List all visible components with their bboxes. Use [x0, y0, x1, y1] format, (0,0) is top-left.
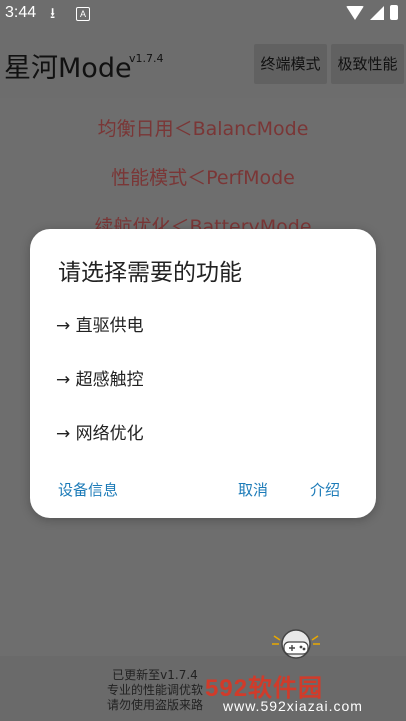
watermark-url: www.592xiazai.com	[223, 698, 363, 714]
device-info-button[interactable]: 设备信息	[58, 479, 118, 500]
notification-a-icon: A	[76, 7, 90, 21]
cancel-button[interactable]: 取消	[238, 479, 268, 500]
intro-button[interactable]: 介绍	[310, 479, 340, 500]
download-icon: ⭳	[50, 5, 56, 22]
terminal-mode-button[interactable]: 终端模式	[254, 44, 327, 84]
status-bar: 3:44 ⭳ A	[0, 0, 406, 30]
mode-balanced[interactable]: 均衡日用＜BalancMode	[0, 114, 406, 141]
signal-icon	[370, 5, 384, 20]
mode-performance[interactable]: 性能模式＜PerfMode	[0, 163, 406, 190]
dialog-title: 请选择需要的功能	[58, 260, 242, 286]
app-version: v1.7.4	[129, 52, 164, 65]
option-touch-boost[interactable]: → 超感触控	[56, 365, 144, 390]
function-select-dialog: 请选择需要的功能 → 直驱供电 → 超感触控 → 网络优化 设备信息 取消 介绍	[30, 229, 376, 518]
option-direct-power[interactable]: → 直驱供电	[56, 311, 144, 336]
extreme-performance-button[interactable]: 极致性能	[331, 44, 404, 84]
gamepad-mascot-icon	[272, 629, 320, 659]
status-icons	[346, 5, 398, 20]
battery-icon	[390, 5, 398, 20]
status-time: 3:44	[5, 4, 37, 21]
app-bar: 星河Mode v1.7.4 终端模式 极致性能	[0, 30, 406, 98]
app-title: 星河Mode	[4, 53, 132, 84]
option-network-optimize[interactable]: → 网络优化	[56, 419, 144, 444]
wifi-icon	[346, 5, 364, 20]
